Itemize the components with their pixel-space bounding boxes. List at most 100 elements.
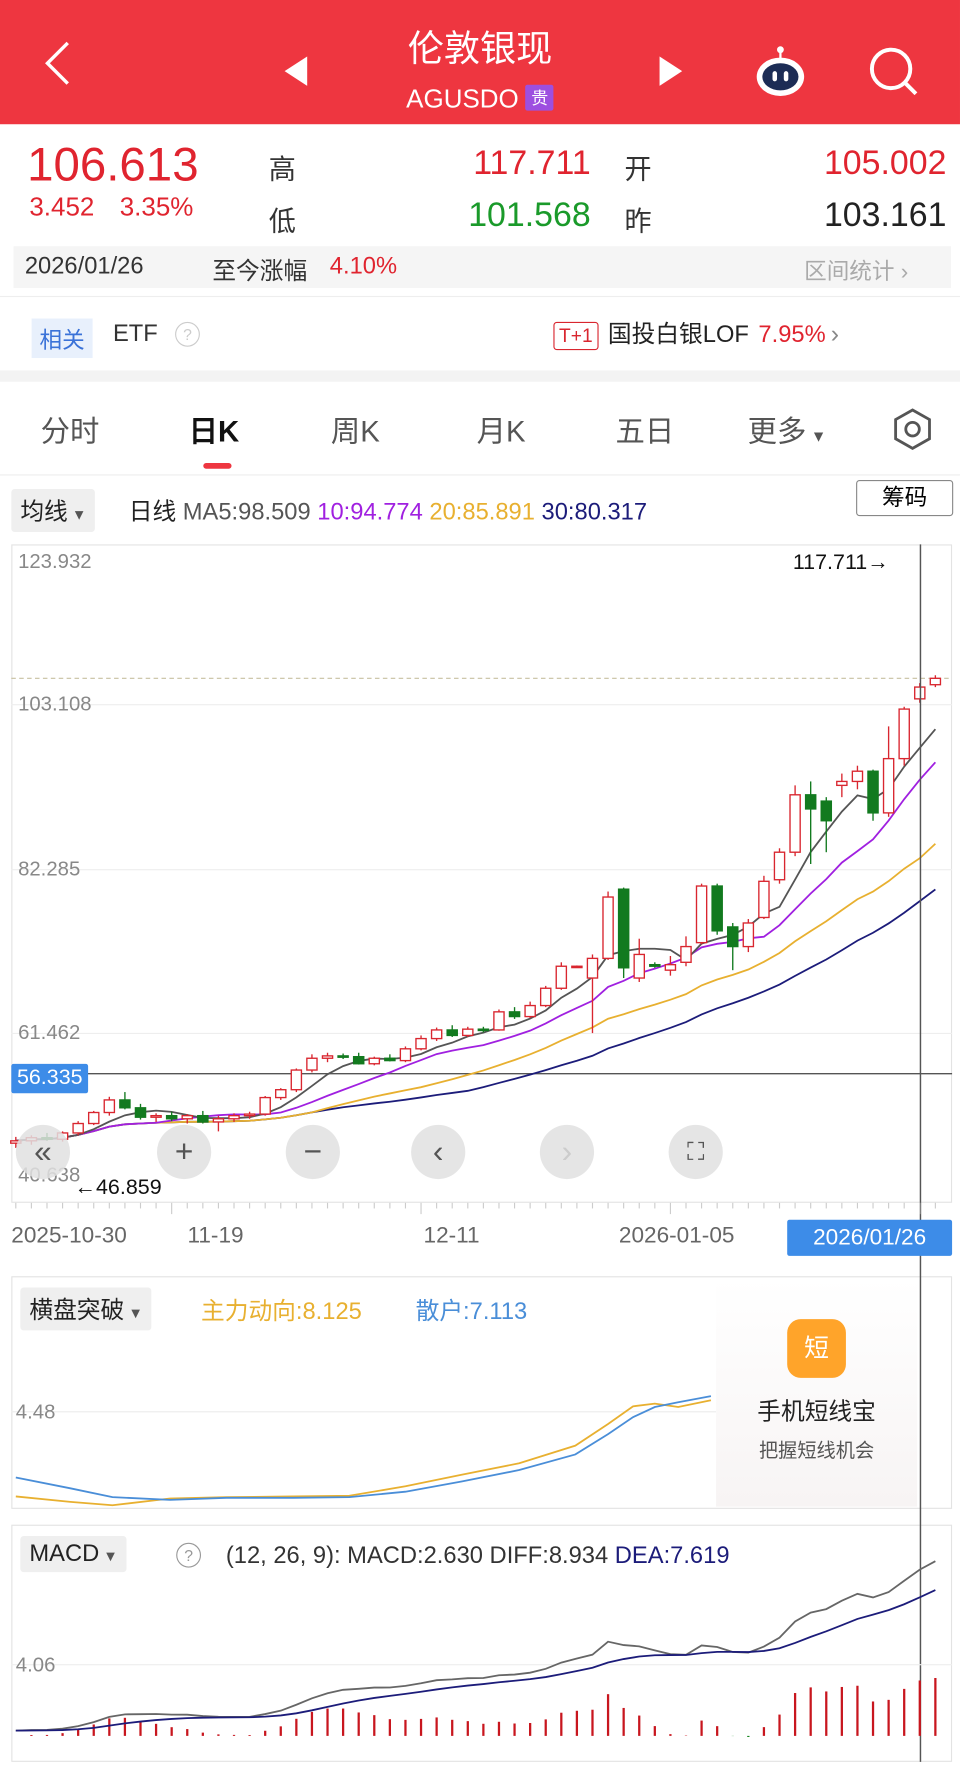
zoom-in-button[interactable]: + bbox=[156, 1124, 212, 1180]
candle-up bbox=[851, 770, 864, 783]
caret-down-icon: ▼ bbox=[99, 1547, 118, 1565]
ad-title: 手机短线宝 bbox=[757, 1399, 876, 1426]
y-tick: 82.285 bbox=[18, 857, 81, 880]
y-tick: 4.48 bbox=[15, 1400, 56, 1424]
x-tick: 12-11 bbox=[423, 1223, 480, 1248]
y-tick: 61.462 bbox=[18, 1020, 81, 1044]
retail-value: 散户:7.113 bbox=[415, 1298, 528, 1325]
candle-up bbox=[571, 965, 583, 969]
candle-up bbox=[368, 1057, 381, 1065]
candle-up bbox=[243, 1113, 256, 1117]
candle-up bbox=[539, 987, 552, 1007]
candle-down bbox=[508, 1011, 521, 1018]
x-tick: 11-19 bbox=[187, 1223, 244, 1248]
candle-up bbox=[664, 963, 677, 971]
candle-down bbox=[804, 794, 817, 810]
candle-down bbox=[867, 770, 879, 814]
candle-up bbox=[898, 708, 910, 760]
candle-up bbox=[742, 922, 755, 948]
main-force-value: 主力动向:8.125 bbox=[201, 1298, 362, 1325]
candle-up bbox=[150, 1114, 162, 1118]
candle-up bbox=[586, 957, 599, 979]
candle-up bbox=[415, 1037, 427, 1050]
indicator-selector[interactable]: 横盘突破 ▼ bbox=[20, 1287, 152, 1331]
candle-up bbox=[929, 677, 942, 686]
candle-up bbox=[493, 1011, 505, 1031]
y-tick: 4.06 bbox=[15, 1653, 56, 1677]
candle-down bbox=[165, 1114, 178, 1120]
candle-up bbox=[399, 1048, 412, 1062]
scroll-start-button[interactable]: « bbox=[15, 1124, 71, 1180]
y-tick: 123.932 bbox=[18, 550, 92, 573]
candle-up bbox=[72, 1122, 84, 1134]
candle-up bbox=[290, 1069, 303, 1091]
candle-up bbox=[789, 794, 801, 853]
candle-down bbox=[134, 1107, 147, 1118]
candle-up bbox=[306, 1057, 318, 1071]
candle-down bbox=[197, 1114, 209, 1123]
scroll-right-button[interactable]: › bbox=[539, 1124, 595, 1180]
indicator-selector-label: 横盘突破 bbox=[29, 1297, 125, 1324]
candle-up bbox=[181, 1114, 194, 1120]
macd-params: (12, 26, 9): bbox=[225, 1542, 341, 1569]
candle-up bbox=[633, 953, 646, 979]
candle-up bbox=[695, 885, 708, 944]
macd-legend: (12, 26, 9): MACD:2.630 DIFF:8.934 DEA:7… bbox=[226, 1543, 730, 1570]
candle-up bbox=[462, 1028, 474, 1037]
candle-up bbox=[321, 1055, 334, 1059]
ma30-line bbox=[15, 888, 936, 1142]
x-tick: 2025-10-30 bbox=[11, 1223, 127, 1248]
diff-value: DIFF:8.934 bbox=[489, 1542, 609, 1569]
macd-value: MACD:2.630 bbox=[347, 1542, 483, 1569]
candle-up bbox=[259, 1096, 271, 1115]
ad-subtitle: 把握短线机会 bbox=[758, 1439, 875, 1462]
candle-down bbox=[446, 1029, 458, 1037]
candle-down bbox=[337, 1055, 349, 1058]
caret-down-icon: ▼ bbox=[124, 1304, 143, 1322]
candle-up bbox=[228, 1114, 240, 1120]
candle-up bbox=[430, 1029, 443, 1040]
page: 伦敦银现 AGUSDO 贵 106.613 3.452 3.35% 高 低 开 昨… bbox=[0, 0, 960, 1770]
ma20-line bbox=[15, 843, 936, 1142]
help-icon[interactable]: ? bbox=[176, 1542, 202, 1568]
candle-up bbox=[602, 896, 614, 960]
y-tick: 103.108 bbox=[18, 692, 92, 715]
max-price-label: 117.711→ bbox=[792, 551, 889, 575]
candle-up bbox=[836, 780, 848, 787]
candle-up bbox=[87, 1111, 100, 1125]
candle-up bbox=[882, 757, 895, 814]
candle-up bbox=[103, 1099, 116, 1114]
candle-down bbox=[617, 888, 630, 969]
candle-down bbox=[726, 926, 739, 948]
candle-down bbox=[384, 1057, 396, 1062]
candle-down bbox=[119, 1099, 131, 1109]
candle-up bbox=[524, 1004, 536, 1018]
candle-down bbox=[820, 800, 833, 822]
min-price-label: ←46.859 bbox=[74, 1175, 162, 1200]
scroll-left-button[interactable]: ‹ bbox=[411, 1124, 466, 1180]
candle-down bbox=[477, 1028, 490, 1032]
candle-down bbox=[352, 1055, 365, 1065]
zoom-out-button[interactable]: − bbox=[285, 1124, 340, 1180]
ma5-line bbox=[15, 728, 937, 1142]
main-force-line bbox=[15, 1399, 712, 1507]
candle-up bbox=[773, 851, 786, 881]
short-line-app-icon: 短 bbox=[787, 1319, 846, 1378]
macd-selector-label: MACD bbox=[29, 1540, 100, 1567]
macd-selector[interactable]: MACD ▼ bbox=[20, 1535, 127, 1573]
candle-up bbox=[758, 880, 770, 919]
candle-up bbox=[275, 1089, 287, 1099]
candle-up bbox=[555, 965, 568, 989]
dea-value: DEA:7.619 bbox=[614, 1542, 730, 1569]
short-line-ad[interactable]: 短 手机短线宝 把握短线机会 bbox=[716, 1278, 918, 1507]
candle-down bbox=[649, 963, 661, 967]
dea-line bbox=[15, 1589, 936, 1732]
diff-line bbox=[15, 1560, 936, 1732]
x-tick: 2026-01-05 bbox=[618, 1223, 735, 1248]
candle-up bbox=[212, 1118, 225, 1123]
candle-down bbox=[711, 885, 723, 932]
fullscreen-button[interactable]: ⛶ bbox=[668, 1124, 723, 1180]
candle-up bbox=[680, 945, 692, 963]
crosshair-price-label: 56.335 bbox=[11, 1063, 89, 1094]
selected-date-label: 2026/01/26 bbox=[787, 1219, 953, 1256]
